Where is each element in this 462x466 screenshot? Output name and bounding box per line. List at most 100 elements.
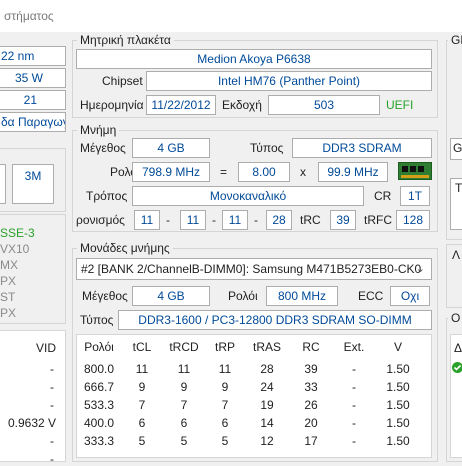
cr-label: CR <box>374 189 392 203</box>
cpu-tdp-value: 35 W <box>0 68 66 88</box>
cpu-vendor-button[interactable]: δα Παραγωγ <box>0 112 66 132</box>
table-cell: 6 <box>180 416 188 430</box>
table-cell: - <box>352 380 356 394</box>
table-row: 333.3 5 5 5 12 17 - 1.50 <box>76 432 420 450</box>
table-cell: 1.50 <box>386 380 410 394</box>
cpu-cache-value: 3M <box>12 164 54 204</box>
instruction-st: ST <box>0 290 16 304</box>
memory-size-label: Μέγεθος <box>80 141 126 155</box>
table-cell: 5 <box>180 434 188 448</box>
module-select-value: #2 [BANK 2/ChannelB-DIMM0]: Samsung M471… <box>81 262 422 276</box>
chevron-down-icon: ⌄ <box>415 263 425 275</box>
vid-header: VID <box>36 341 57 355</box>
table-row: 533.3 7 7 7 19 26 - 1.50 <box>76 396 420 414</box>
vid-row: - <box>50 452 54 466</box>
table-cell: 333.3 <box>83 434 115 448</box>
column-header: Ext. <box>343 340 365 354</box>
table-cell: 5 <box>138 434 146 448</box>
timing-dash: - <box>166 213 170 227</box>
table-header-row: Ρολόι tCL tRCD tRP tRAS RC Ext. V <box>76 338 420 356</box>
table-cell: 14 <box>260 416 274 430</box>
table-cell: 400.0 <box>83 416 115 430</box>
table-cell: 5 <box>221 434 229 448</box>
gpu-legend: GP <box>448 33 462 47</box>
chipset-value: Intel HM76 (Panther Point) <box>146 71 432 91</box>
table-cell: 20 <box>304 416 318 430</box>
bios-date-value: 11/22/2012 <box>146 95 216 115</box>
right-o-legend: Ο <box>448 311 462 325</box>
gpu-t-label: T <box>455 181 462 195</box>
table-cell: 19 <box>260 398 274 412</box>
table-cell: 7 <box>180 398 188 412</box>
ram-chip-icon <box>398 162 432 180</box>
table-cell: 6 <box>138 416 146 430</box>
motherboard-legend: Μητρική πλακέτα <box>77 33 174 47</box>
chipset-label: Chipset <box>102 74 143 88</box>
vid-row: - <box>50 362 54 376</box>
memory-mode-value: Μονοκαναλικό <box>132 186 364 206</box>
memory-size-value: 4 GB <box>132 138 210 158</box>
title-bar: στήματος <box>0 0 462 32</box>
cpu-vid-panel <box>0 330 66 462</box>
memory-type-value: DDR3 SDRAM <box>292 138 432 158</box>
module-size-value: 4 GB <box>132 286 210 306</box>
memory-clock-value: 798.9 MHz <box>132 162 210 182</box>
table-cell: 9 <box>221 380 229 394</box>
vid-row: - <box>50 380 54 394</box>
table-cell: 28 <box>260 362 274 376</box>
timings-table: Ρολόι tCL tRCD tRP tRAS RC Ext. V 800.0 … <box>76 338 420 450</box>
module-type-value: DDR3-1600 / PC3-12800 DDR3 SDRAM SO-DIMM <box>118 310 432 330</box>
table-cell: 24 <box>260 380 274 394</box>
timing-trcd: 11 <box>180 210 206 230</box>
vid-row: - <box>50 434 54 448</box>
right-l-label: Λ <box>452 248 461 262</box>
column-header: tRAS <box>252 340 281 354</box>
table-cell: 39 <box>304 362 318 376</box>
module-select[interactable]: #2 [BANK 2/ChannelB-DIMM0]: Samsung M471… <box>76 258 432 280</box>
check-icon <box>452 362 462 373</box>
table-cell: 9 <box>180 380 188 394</box>
column-header: tRCD <box>169 340 199 354</box>
table-cell: 12 <box>260 434 274 448</box>
cpu-cache-box-left <box>0 164 6 204</box>
table-cell: 800.0 <box>83 362 115 376</box>
instruction-px2: PX <box>0 306 17 320</box>
module-clock-value: 800 MHz <box>266 286 338 306</box>
table-cell: - <box>352 362 356 376</box>
cr-value: 1T <box>400 186 430 206</box>
timing-dash: - <box>212 213 216 227</box>
memory-multiplier-value: 8.00 <box>238 162 290 182</box>
module-type-label: Τύπος <box>80 313 114 327</box>
timing-dash: - <box>254 213 258 227</box>
module-size-label: Μέγεθος <box>82 289 128 303</box>
table-row: 800.0 11 11 11 28 39 - 1.50 <box>76 360 420 378</box>
table-cell: 11 <box>177 362 191 376</box>
table-cell: - <box>352 434 356 448</box>
module-ecc-label: ECC <box>358 289 384 303</box>
trfc-label: tRFC <box>364 213 392 227</box>
memory-legend: Μνήμη <box>77 123 120 137</box>
window-title: στήματος <box>4 9 54 23</box>
bios-version-value: 503 <box>268 95 380 115</box>
cpu-technology-value: 22 nm <box>0 46 66 66</box>
timing-tras: 28 <box>266 210 292 230</box>
table-cell: 1.50 <box>386 416 410 430</box>
column-header: RC <box>302 340 320 354</box>
instruction-avx: VX10 <box>0 242 30 256</box>
module-clock-label: Ρολόι <box>228 289 258 303</box>
table-cell: 533.3 <box>83 398 115 412</box>
column-header: Ρολόι <box>84 340 114 354</box>
column-header: tRP <box>214 340 235 354</box>
memory-mode-label: Τρόπος <box>86 189 128 203</box>
table-cell: 1.50 <box>386 362 410 376</box>
gpu-select-button[interactable]: G <box>450 138 462 160</box>
table-cell: 11 <box>218 362 232 376</box>
motherboard-model: Medion Akoya P6638 <box>76 49 432 69</box>
column-header: V <box>393 340 402 354</box>
table-cell: 9 <box>138 380 146 394</box>
trc-label: tRC <box>300 213 321 227</box>
cpu-stepping-value: 21 <box>0 90 66 110</box>
right-d-label: Δ <box>454 341 462 355</box>
table-cell: 33 <box>304 380 318 394</box>
trfc-value: 128 <box>396 210 430 230</box>
